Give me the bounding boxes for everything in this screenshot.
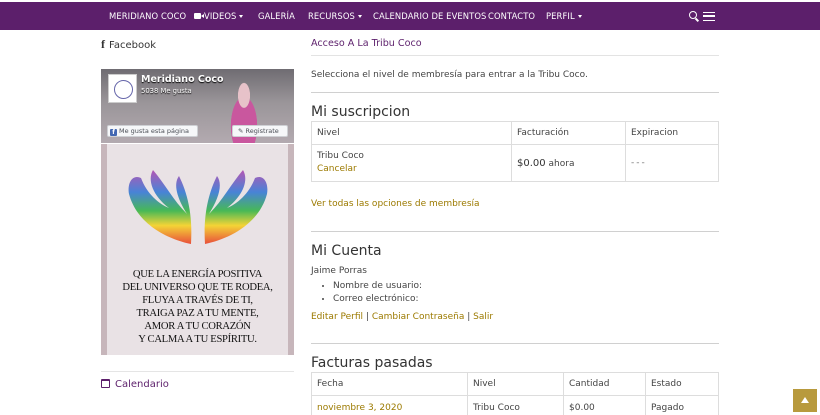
edit-profile-link[interactable]: Editar Perfil bbox=[311, 312, 363, 322]
fb-like-label: Me gusta esta página bbox=[119, 127, 190, 135]
divider bbox=[311, 55, 719, 56]
table-header-row: Fecha Nivel Cantidad Estado bbox=[311, 372, 719, 396]
table-row: Tribu Coco Cancelar $0.00 ahora --- bbox=[311, 144, 719, 182]
account-heading: Mi Cuenta bbox=[311, 243, 382, 259]
account-actions: Editar Perfil | Cambiar Contraseña | Sal… bbox=[311, 312, 493, 322]
chevron-down-icon bbox=[357, 15, 362, 18]
poster-quote: QUE LA ENERGÍA POSITIVA DEL UNIVERSO QUE… bbox=[107, 268, 288, 346]
col-expiracion: Expiracion bbox=[625, 121, 719, 145]
subscription-table: Nivel Facturación Expiracion Tribu Coco … bbox=[311, 121, 719, 182]
nav-label: MERIDIANO COCO bbox=[109, 11, 187, 21]
col-fecha: Fecha bbox=[311, 372, 468, 396]
account-details-list: Nombre de usuario: Correo electrónico: bbox=[333, 280, 422, 306]
scroll-to-top-button[interactable] bbox=[793, 389, 817, 412]
subscription-level: Tribu Coco bbox=[317, 151, 364, 161]
nav-label: PERFIL bbox=[546, 11, 575, 21]
page-title: Acceso A La Tribu Coco bbox=[311, 38, 422, 49]
menu-icon[interactable] bbox=[703, 12, 715, 21]
facebook-widget-title: f Facebook bbox=[101, 37, 156, 52]
col-cantidad: Cantidad bbox=[563, 372, 646, 396]
divider bbox=[311, 343, 719, 344]
sidebar-divider bbox=[101, 371, 294, 372]
facebook-icon: f bbox=[101, 37, 105, 51]
logout-link[interactable]: Salir bbox=[473, 312, 493, 322]
calendar-icon bbox=[101, 379, 110, 388]
nav-perfil[interactable]: PERFIL bbox=[546, 2, 582, 30]
table-header-row: Nivel Facturación Expiracion bbox=[311, 121, 719, 145]
subscription-heading: Mi suscripcion bbox=[311, 104, 411, 120]
billing-suffix: ahora bbox=[548, 158, 575, 169]
change-password-link[interactable]: Cambiar Contraseña bbox=[372, 312, 465, 322]
nav-galeria[interactable]: GALERÍA bbox=[258, 2, 295, 30]
nav-label: GALERÍA bbox=[258, 11, 295, 21]
poster-line: FLUYA A TRAVÉS DE TI, bbox=[142, 295, 253, 306]
fb-like-button[interactable]: f Me gusta esta página bbox=[107, 125, 198, 137]
facebook-page-widget[interactable]: Meridiano Coco 5038 Me gusta f Me gusta e… bbox=[101, 69, 294, 143]
nav-meridiano-coco[interactable]: MERIDIANO COCO bbox=[109, 2, 186, 30]
facebook-icon: f bbox=[110, 129, 117, 136]
list-item: Nombre de usuario: bbox=[333, 280, 422, 293]
calendar-title-text: Calendario bbox=[115, 379, 169, 390]
calendar-widget-title: Calendario bbox=[101, 379, 169, 390]
fb-like-count: 5038 Me gusta bbox=[141, 87, 192, 95]
nav-label: CONTACTO bbox=[488, 11, 536, 21]
fb-page-name[interactable]: Meridiano Coco bbox=[141, 74, 224, 85]
fb-register-button[interactable]: ✎ Registrate bbox=[232, 125, 288, 137]
pencil-icon: ✎ bbox=[238, 127, 246, 135]
invoices-table: Fecha Nivel Cantidad Estado noviembre 3,… bbox=[311, 372, 719, 415]
poster-line: DEL UNIVERSO QUE TE RODEA, bbox=[122, 282, 273, 293]
main-navbar: MERIDIANO COCO VIDEOS GALERÍA RECURSOS C… bbox=[0, 2, 820, 30]
invoice-date-link[interactable]: noviembre 3, 2020 bbox=[311, 395, 468, 415]
col-estado: Estado bbox=[645, 372, 719, 396]
nav-label: RECURSOS bbox=[308, 11, 355, 21]
divider bbox=[311, 92, 719, 93]
nav-contacto[interactable]: CONTACTO bbox=[488, 2, 535, 30]
right-wing bbox=[204, 170, 268, 244]
nav-recursos[interactable]: RECURSOS bbox=[308, 2, 362, 30]
poster-line: Y CALMA A TU ESPÍRITU. bbox=[138, 334, 257, 345]
facebook-title-text: Facebook bbox=[109, 40, 156, 51]
invoices-heading: Facturas pasadas bbox=[311, 355, 433, 371]
view-all-memberships-link[interactable]: Ver todas las opciones de membresía bbox=[311, 199, 480, 209]
nav-calendario-eventos[interactable]: CALENDARIO DE EVENTOS bbox=[373, 2, 486, 30]
invoice-amount: $0.00 bbox=[563, 395, 646, 415]
rainbow-wings-image bbox=[128, 170, 268, 244]
nav-label: CALENDARIO DE EVENTOS bbox=[373, 11, 487, 21]
fb-page-logo[interactable] bbox=[108, 74, 137, 103]
search-icon[interactable] bbox=[689, 11, 697, 19]
expiration-value: --- bbox=[631, 158, 647, 168]
col-facturacion: Facturación bbox=[511, 121, 626, 145]
subscription-billing-cell: $0.00 ahora bbox=[511, 144, 626, 182]
invoice-status: Pagado bbox=[645, 395, 719, 415]
account-name: Jaime Porras bbox=[311, 266, 367, 276]
cancel-link[interactable]: Cancelar bbox=[317, 163, 506, 176]
poster-line: QUE LA ENERGÍA POSITIVA bbox=[132, 269, 263, 280]
table-row: noviembre 3, 2020 Tribu Coco $0.00 Pagad… bbox=[311, 395, 719, 415]
fb-register-label: Registrate bbox=[245, 127, 279, 135]
list-item: Correo electrónico: bbox=[333, 293, 422, 306]
chevron-down-icon bbox=[239, 15, 244, 18]
separator: | bbox=[365, 312, 369, 322]
col-nivel: Nivel bbox=[311, 121, 512, 145]
invoice-level: Tribu Coco bbox=[467, 395, 564, 415]
subscription-expiration-cell: --- bbox=[625, 144, 719, 182]
inspirational-poster: QUE LA ENERGÍA POSITIVA DEL UNIVERSO QUE… bbox=[101, 144, 294, 355]
poster-line: TRAIGA PAZ A TU MENTE, bbox=[136, 308, 259, 319]
membership-intro: Selecciona el nivel de membresía para en… bbox=[311, 70, 588, 80]
col-nivel: Nivel bbox=[467, 372, 564, 396]
video-camera-icon bbox=[194, 13, 204, 19]
subscription-level-cell: Tribu Coco Cancelar bbox=[311, 144, 512, 182]
billing-amount: $0.00 bbox=[517, 157, 546, 169]
left-wing bbox=[128, 170, 192, 244]
chevron-down-icon bbox=[577, 15, 582, 18]
nav-videos[interactable]: VIDEOS bbox=[194, 2, 244, 30]
separator: | bbox=[467, 312, 471, 322]
poster-line: AMOR A TU CORAZÓN bbox=[144, 321, 251, 332]
nav-label: VIDEOS bbox=[204, 11, 237, 21]
divider bbox=[311, 231, 719, 232]
